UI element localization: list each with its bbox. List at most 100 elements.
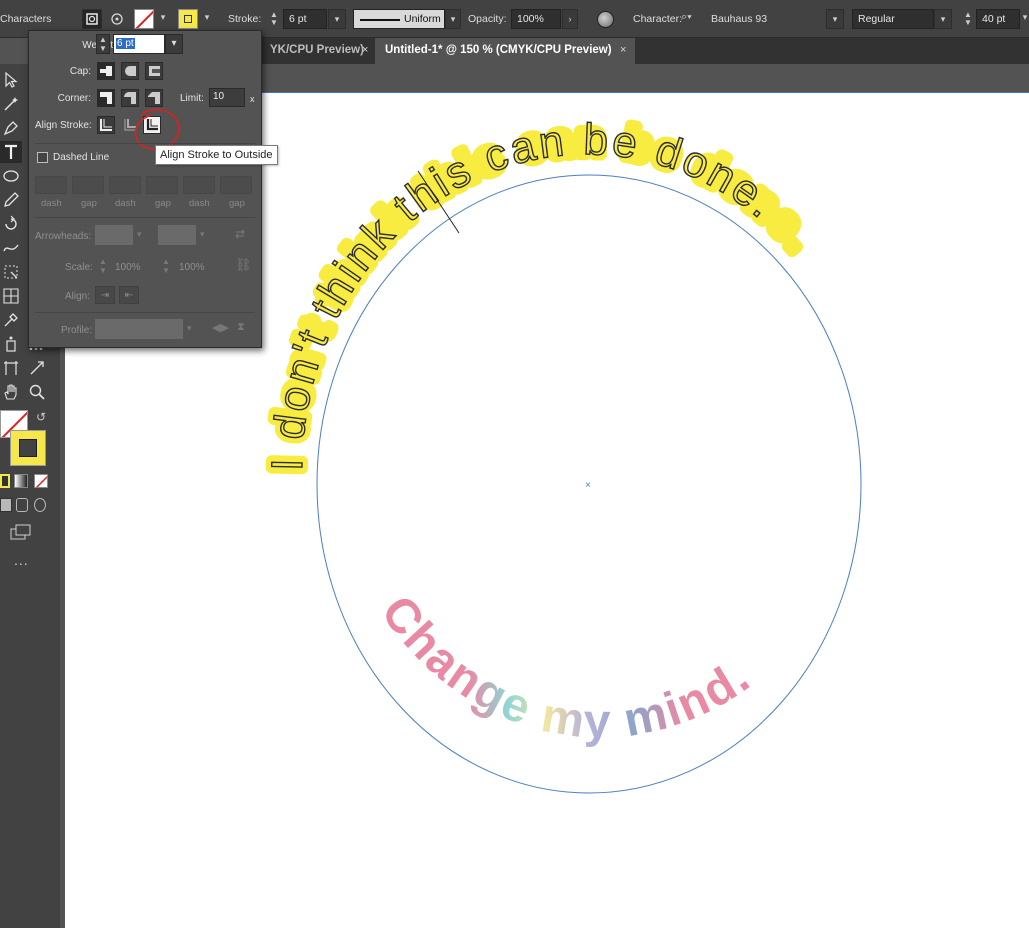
- draw-behind-icon[interactable]: [16, 498, 28, 512]
- draw-normal-icon[interactable]: [0, 498, 12, 512]
- gap-2-label: gap: [155, 198, 171, 209]
- fill-swatch-inner: [19, 439, 37, 457]
- bottom-text-type-on-path[interactable]: Change my mind.: [371, 586, 761, 748]
- draw-inside-icon[interactable]: [34, 498, 46, 512]
- font-size-dropdown-icon[interactable]: ▾: [1018, 12, 1029, 23]
- divider: [35, 217, 255, 218]
- gap-2-input[interactable]: [146, 176, 178, 194]
- align-stroke-center-icon[interactable]: [97, 116, 115, 134]
- limit-unit-label: x: [250, 94, 255, 104]
- arrow-tip-beyond-icon[interactable]: ⇥: [95, 286, 115, 304]
- cap-label: Cap:: [69, 66, 91, 77]
- slice-tool-icon[interactable]: [26, 357, 48, 379]
- free-transform-tool-icon[interactable]: [0, 261, 22, 283]
- tab-close-icon[interactable]: ×: [362, 44, 368, 56]
- stroke-weight-input[interactable]: 6 pt: [283, 9, 327, 29]
- tooltip: Align Stroke to Outside: [155, 145, 278, 165]
- pencil-tool-icon[interactable]: [0, 189, 22, 211]
- weight-stepper[interactable]: ▲ ▼: [96, 34, 110, 54]
- gap-3-input[interactable]: [220, 176, 252, 194]
- more-tools-icon[interactable]: ...: [14, 552, 29, 568]
- none-mode-icon[interactable]: [34, 474, 48, 488]
- weight-input-value: 6 pt: [116, 38, 135, 49]
- end-scale-value[interactable]: 100%: [179, 262, 205, 273]
- flip-along-icon[interactable]: ◀▶: [212, 321, 229, 334]
- pen-tool-icon[interactable]: [0, 117, 22, 139]
- selection-tool-icon[interactable]: [0, 69, 22, 91]
- font-style-dropdown-icon[interactable]: ▾: [934, 9, 952, 29]
- weight-dropdown-icon[interactable]: ▾: [165, 34, 183, 54]
- hand-tool-icon[interactable]: [0, 381, 22, 403]
- end-scale-stepper[interactable]: ▲ ▼: [162, 257, 170, 275]
- stroke-profile-dropdown-icon[interactable]: ▾: [445, 9, 461, 29]
- width-profile-select[interactable]: [95, 319, 183, 339]
- end-arrowhead-dropdown-icon[interactable]: ▾: [200, 229, 205, 240]
- weight-input[interactable]: 6 pt: [113, 34, 165, 54]
- gap-1-input[interactable]: [72, 176, 104, 194]
- link-scale-icon[interactable]: ⛓: [235, 257, 252, 273]
- tab-preview-document[interactable]: YK/CPU Preview): [260, 38, 375, 64]
- dash-3-label: dash: [189, 198, 210, 209]
- zoom-tool-icon[interactable]: [26, 381, 48, 403]
- dash-3-input[interactable]: [183, 176, 215, 194]
- swap-fill-stroke-icon[interactable]: ↺: [36, 410, 46, 424]
- start-arrowhead-dropdown-icon[interactable]: ▾: [137, 229, 142, 240]
- artboard-tool-icon[interactable]: [0, 357, 22, 379]
- warp-tool-icon[interactable]: [0, 237, 22, 259]
- tab-untitled-1[interactable]: Untitled-1* @ 150 % (CMYK/CPU Preview): [375, 38, 635, 64]
- type-tool-icon[interactable]: [0, 141, 22, 163]
- mesh-tool-icon[interactable]: [0, 285, 22, 307]
- end-arrowhead-select[interactable]: [158, 225, 196, 245]
- fill-swatch[interactable]: [178, 9, 198, 29]
- rotate-tool-icon[interactable]: [0, 213, 22, 235]
- divider: [35, 312, 255, 313]
- tab-close-icon[interactable]: ×: [620, 44, 626, 56]
- butt-cap-icon[interactable]: [97, 62, 115, 80]
- dash-2-input[interactable]: [109, 176, 141, 194]
- font-family-dropdown-icon[interactable]: ▾: [826, 9, 844, 29]
- magic-wand-tool-icon[interactable]: [0, 93, 22, 115]
- dash-1-input[interactable]: [35, 176, 67, 194]
- font-size-input[interactable]: 40 pt: [976, 9, 1020, 29]
- symbol-sprayer-tool-icon[interactable]: [0, 333, 22, 355]
- projecting-cap-icon[interactable]: [145, 62, 163, 80]
- recolor-artwork-icon[interactable]: [597, 11, 614, 28]
- fill-color-swatch[interactable]: [10, 430, 46, 466]
- swap-arrowheads-icon[interactable]: ⇄: [235, 227, 245, 241]
- font-search-icon[interactable]: ⌕▾: [681, 11, 692, 24]
- opacity-input[interactable]: 100%: [511, 9, 561, 29]
- eyedropper-tool-icon[interactable]: [0, 309, 22, 331]
- recolor-icon[interactable]: [107, 9, 127, 29]
- corner-label: Corner:: [57, 93, 91, 104]
- miter-join-icon[interactable]: [97, 89, 115, 107]
- ellipse-tool-icon[interactable]: [0, 165, 22, 187]
- fill-swatch-dropdown-icon[interactable]: ▾: [200, 12, 214, 23]
- flip-across-icon[interactable]: ⧗: [237, 321, 245, 334]
- font-style-select[interactable]: Regular: [852, 9, 934, 29]
- arrowheads-label: Arrowheads:: [35, 231, 92, 242]
- arrow-tip-at-end-icon[interactable]: ⇤: [119, 286, 139, 304]
- transform-each-icon[interactable]: [82, 9, 102, 29]
- stroke-profile-label: Uniform: [404, 13, 441, 25]
- start-arrowhead-select[interactable]: [95, 225, 133, 245]
- stroke-weight-dropdown-icon[interactable]: ▾: [328, 9, 346, 29]
- stroke-weight-stepper[interactable]: ▲ ▼: [268, 9, 280, 29]
- dashed-line-checkbox[interactable]: [37, 152, 48, 163]
- gradient-mode-icon[interactable]: [14, 474, 28, 488]
- character-label: Character:: [633, 13, 683, 25]
- stroke-swatch-dropdown-icon[interactable]: ▾: [156, 12, 170, 23]
- miter-limit-input[interactable]: 10: [209, 88, 245, 107]
- profile-label: Profile:: [61, 325, 93, 336]
- color-mode-icon[interactable]: [0, 474, 10, 488]
- width-profile-dropdown-icon[interactable]: ▾: [187, 323, 192, 334]
- start-scale-stepper[interactable]: ▲ ▼: [99, 257, 107, 275]
- stroke-profile-select[interactable]: Uniform: [353, 9, 445, 29]
- screen-mode-icon[interactable]: [10, 524, 32, 540]
- start-scale-value[interactable]: 100%: [115, 262, 141, 273]
- stroke-swatch-none[interactable]: [134, 9, 154, 29]
- top-text-type-on-path[interactable]: I don't think this can be done.: [262, 114, 787, 472]
- font-size-stepper[interactable]: ▲ ▼: [962, 9, 974, 29]
- font-family-value[interactable]: Bauhaus 93: [711, 13, 767, 25]
- round-cap-icon[interactable]: [121, 62, 139, 80]
- opacity-expand-icon[interactable]: ›: [562, 9, 578, 29]
